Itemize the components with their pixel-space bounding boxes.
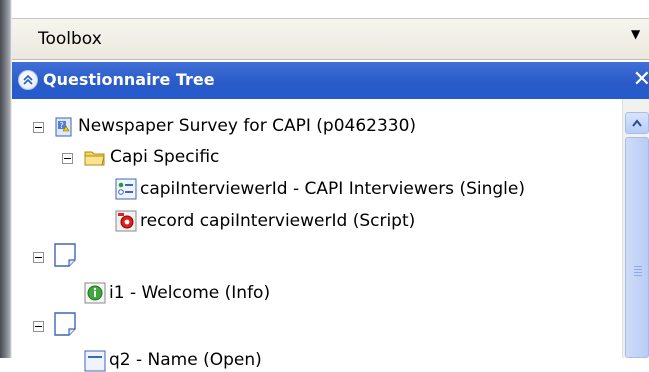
toolbox-bar[interactable]: Toolbox ▼ <box>12 18 649 60</box>
collapse-icon[interactable] <box>18 70 38 90</box>
window-edge <box>0 0 12 358</box>
tree-item-label[interactable]: Capi Specific <box>110 147 219 167</box>
panel-title: Questionnaire Tree <box>43 70 215 89</box>
tree-item-label[interactable]: Newspaper Survey for CAPI (p0462330) <box>78 116 416 136</box>
chevron-up-icon <box>632 119 642 127</box>
collapse-toggle[interactable] <box>62 153 73 164</box>
svg-text:?: ? <box>60 121 64 130</box>
tree-item-label[interactable]: capiInterviewerId - CAPI Interviewers (S… <box>140 179 525 199</box>
dropdown-arrow-icon[interactable]: ▼ <box>631 27 645 41</box>
survey-icon: ? <box>55 117 72 137</box>
questionnaire-tree[interactable]: ? Newspaper Survey for CAPI (p0462330) C… <box>12 99 622 372</box>
page-icon <box>54 312 76 336</box>
open-question-icon <box>84 350 106 372</box>
tree-item-label[interactable]: i1 - Welcome (Info) <box>109 283 270 303</box>
collapse-toggle[interactable] <box>33 252 44 263</box>
info-icon <box>84 282 106 304</box>
scroll-up-button[interactable] <box>625 112 649 134</box>
close-icon[interactable]: ✕ <box>633 67 649 92</box>
page-icon <box>54 243 76 267</box>
scroll-thumb[interactable] <box>625 137 649 358</box>
toolbox-title: Toolbox <box>38 29 102 49</box>
folder-icon <box>84 151 105 166</box>
questionnaire-tree-header[interactable]: Questionnaire Tree ✕ <box>12 62 649 99</box>
single-choice-icon <box>115 178 137 200</box>
collapse-toggle[interactable] <box>33 122 44 133</box>
script-icon <box>115 210 137 232</box>
tree-item-label[interactable]: q2 - Name (Open) <box>109 350 262 370</box>
collapse-toggle[interactable] <box>33 321 44 332</box>
vertical-scrollbar[interactable] <box>622 99 649 358</box>
tree-item-label[interactable]: record capiInterviewerId (Script) <box>140 211 415 231</box>
